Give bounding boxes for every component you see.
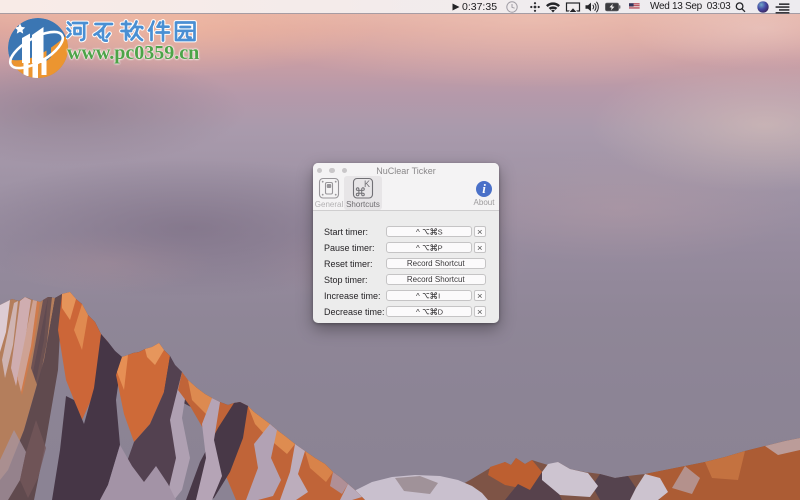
svg-text:P: P [438,244,443,253]
svg-text:^: ^ [416,308,420,316]
svg-text:^: ^ [416,228,420,236]
svg-text:^: ^ [416,292,420,300]
svg-text:K: K [364,179,370,189]
svg-text:^: ^ [416,244,420,252]
svg-text:S: S [438,228,443,237]
svg-text:D: D [438,308,444,317]
svg-text:I: I [438,292,440,301]
